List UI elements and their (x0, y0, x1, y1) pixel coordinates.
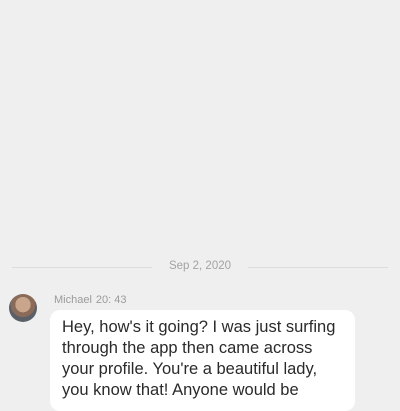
avatar[interactable] (9, 294, 37, 322)
date-divider-right (248, 267, 388, 268)
message-time: 20: 43 (95, 294, 127, 306)
sender-name: Michael (54, 294, 92, 306)
message-meta: Michael 20: 43 (54, 294, 127, 306)
date-label: Sep 2, 2020 (168, 260, 232, 272)
message-bubble[interactable]: Hey, how's it going? I was just surfing … (50, 310, 355, 411)
date-separator: Sep 2, 2020 (0, 259, 400, 277)
message-item: Michael 20: 43 Hey, how's it going? I was… (0, 290, 400, 411)
